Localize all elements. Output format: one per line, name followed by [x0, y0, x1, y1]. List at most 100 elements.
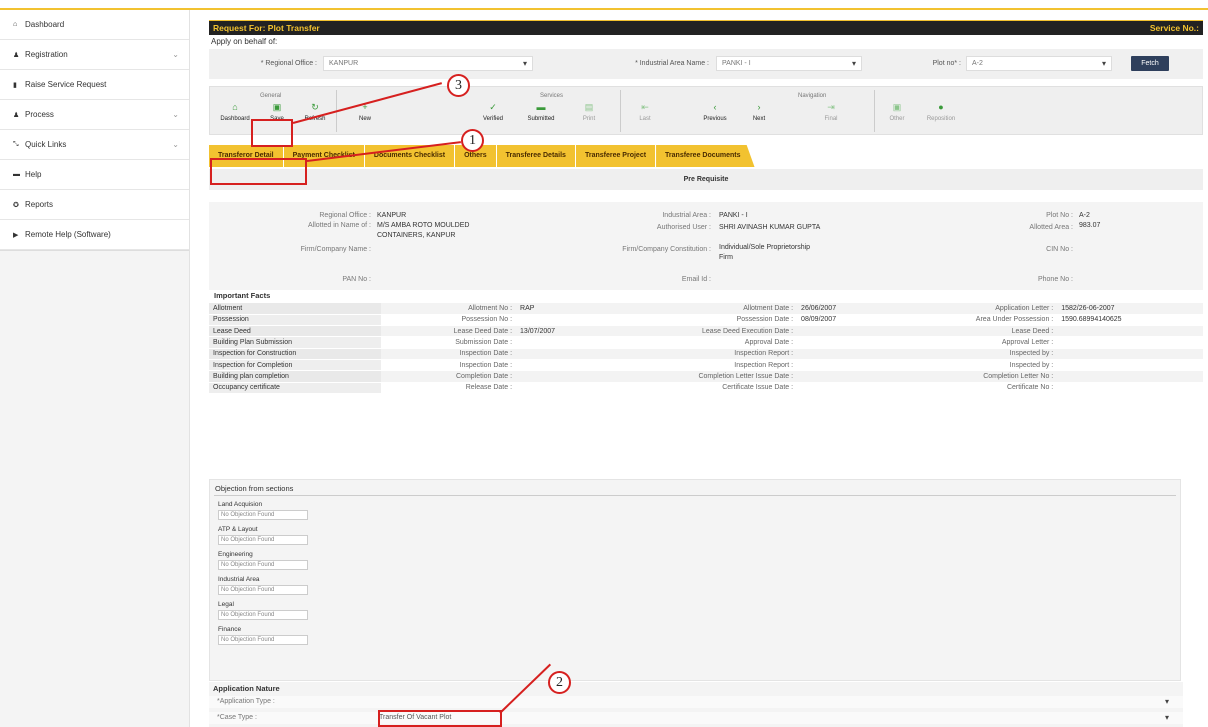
section-value-atp: No Objection Found: [218, 535, 308, 545]
registration-icon: ♟: [13, 51, 20, 59]
sidebar-item-registration[interactable]: ♟ Registration ⌄: [0, 40, 189, 70]
regional-office-key: Regional Office :: [319, 212, 371, 219]
fact-heading: Occupancy certificate: [209, 382, 381, 394]
last-button[interactable]: ⇤ Last: [624, 101, 666, 122]
fact-value: [797, 359, 912, 372]
industrial-area-label: * Industrial Area Name :: [635, 60, 709, 67]
case-type-select[interactable]: *Case Type : Transfer Of Vacant Plot ▾: [209, 712, 1183, 724]
chevron-down-icon: ⌄: [172, 110, 179, 119]
fact-value: [1057, 370, 1203, 383]
reposition-button[interactable]: ● Reposition: [920, 101, 962, 122]
fact-value: 08/09/2007: [797, 314, 912, 327]
other-button[interactable]: ▣ Other: [876, 101, 918, 122]
form-tabs: Transferor Detail Payment Checklist Docu…: [209, 145, 1203, 167]
industrial-area-value: PANKI - I: [722, 60, 751, 67]
fact-value: [516, 348, 631, 360]
fact-value: [516, 359, 631, 372]
industrial-area-value: PANKI - I: [719, 212, 748, 219]
fact-label: Submission Date :: [380, 336, 517, 349]
fact-label: Approval Letter :: [911, 336, 1058, 349]
previous-button[interactable]: ‹ Previous: [694, 101, 736, 122]
sidebar-item-raise-service-request[interactable]: ▮ Raise Service Request: [0, 70, 189, 100]
page-title-bar: Request For: Plot Transfer Service No.:: [209, 20, 1203, 35]
new-button[interactable]: + New: [344, 101, 386, 122]
allotted-name-line2: CONTAINERS, KANPUR: [377, 232, 456, 239]
tab-transferor-detail[interactable]: Transferor Detail: [209, 145, 283, 167]
industrial-area-select[interactable]: PANKI - I ▾: [716, 56, 862, 71]
tab-payment-checklist[interactable]: Payment Checklist: [283, 145, 364, 167]
refresh-button[interactable]: ↻ Refresh: [294, 101, 336, 122]
objection-panel: Objection from sections Land Acquision N…: [209, 479, 1181, 681]
sidebar-item-label: Reports: [25, 200, 54, 209]
tab-documents-checklist[interactable]: Documents Checklist: [364, 145, 455, 167]
plot-no-select[interactable]: A-2 ▾: [966, 56, 1112, 71]
dropdown-caret-icon: ▾: [1164, 697, 1169, 706]
remote-help-icon: ▶: [13, 231, 19, 239]
dashboard-button[interactable]: ⌂ Dashboard: [214, 101, 256, 122]
button-label: Last: [639, 116, 651, 122]
button-label: Submitted: [527, 116, 555, 122]
chevron-down-icon: ⌄: [172, 50, 179, 59]
regional-office-select[interactable]: KANPUR ▾: [323, 56, 533, 71]
sidebar-item-help[interactable]: ▬ Help: [0, 160, 189, 190]
plot-info-panel: Regional Office : KANPUR Industrial Area…: [209, 202, 1203, 290]
fact-value: [516, 336, 631, 349]
next-button[interactable]: › Next: [738, 101, 780, 122]
allotted-area-value: 983.07: [1079, 222, 1101, 229]
fact-value: [1057, 359, 1203, 372]
fact-label: Allotment No :: [380, 303, 517, 315]
application-type-select[interactable]: *Application Type : ▾: [209, 696, 1183, 708]
sidebar-item-process[interactable]: ♟ Process ⌄: [0, 100, 189, 130]
sidebar-item-remote-help[interactable]: ▶ Remote Help (Software): [0, 220, 189, 250]
fetch-button[interactable]: Fetch: [1131, 56, 1169, 71]
fact-label: Completion Letter Issue Date :: [630, 370, 798, 383]
main-content: Request For: Plot Transfer Service No.: …: [209, 20, 1203, 727]
regional-office-label: * Regional Office :: [260, 60, 317, 67]
tab-transferee-documents[interactable]: Transferee Documents: [656, 145, 755, 167]
fact-value: [516, 314, 631, 327]
cin-key: CIN No :: [1046, 246, 1073, 253]
group-label-navigation: Navigation: [798, 93, 827, 99]
fact-label: Completion Date :: [380, 370, 517, 383]
tab-transferee-project[interactable]: Transferee Project: [575, 145, 656, 167]
fact-label: Release Date :: [380, 382, 517, 394]
chevron-down-icon: ⌄: [172, 140, 179, 149]
button-label: Dashboard: [220, 116, 250, 122]
dropdown-caret-icon: ▾: [851, 59, 856, 68]
button-label: Print: [582, 116, 596, 122]
page-title: Request For: Plot Transfer: [213, 23, 320, 33]
fact-value: [516, 370, 631, 383]
fact-label: Approval Date :: [630, 336, 798, 349]
button-label: Final: [824, 116, 838, 122]
print-button[interactable]: ▤ Print: [568, 101, 610, 122]
fact-value: [797, 370, 912, 383]
save-button[interactable]: ▣ Save: [256, 101, 298, 122]
sidebar-item-label: Quick Links: [25, 140, 67, 149]
submitted-button[interactable]: ▬ Submitted: [520, 101, 562, 122]
tab-transferee-details[interactable]: Transferee Details: [496, 145, 575, 167]
table-row: Inspection for Completion Inspection Date…: [209, 359, 1203, 372]
sidebar-item-dashboard[interactable]: ⌂ Dashboard: [0, 10, 189, 40]
section-label-finance: Finance: [218, 626, 242, 633]
action-toolbar: General Services Navigation ⌂ Dashboard …: [209, 86, 1203, 135]
sidebar-item-quick-links[interactable]: ⤡ Quick Links ⌄: [0, 130, 189, 160]
allotted-area-key: Allotted Area :: [1029, 224, 1073, 231]
final-button[interactable]: ⇥ Final: [810, 101, 852, 122]
fact-value: 13/07/2007: [516, 325, 631, 338]
save-icon: ▣: [272, 102, 282, 112]
fact-label: Inspection Date :: [380, 348, 517, 360]
sidebar-item-label: Remote Help (Software): [25, 230, 111, 239]
objection-section: Objection from sections Land Acquision N…: [209, 468, 1203, 682]
first-page-icon: ⇤: [641, 102, 649, 112]
fact-value: [1057, 325, 1203, 338]
previous-icon: ‹: [713, 102, 717, 112]
sidebar-item-reports[interactable]: ✪ Reports: [0, 190, 189, 220]
home-icon: ⌂: [232, 102, 238, 112]
fact-label: Lease Deed Execution Date :: [630, 325, 798, 338]
fact-value: 1582/26-06-2007: [1057, 303, 1203, 315]
regional-office-value: KANPUR: [377, 212, 407, 219]
fact-heading: Building Plan Submission: [209, 336, 381, 349]
section-value-finance: No Objection Found: [218, 635, 308, 645]
verified-button[interactable]: ✓ Verified: [472, 101, 514, 122]
button-label: Refresh: [304, 116, 326, 122]
